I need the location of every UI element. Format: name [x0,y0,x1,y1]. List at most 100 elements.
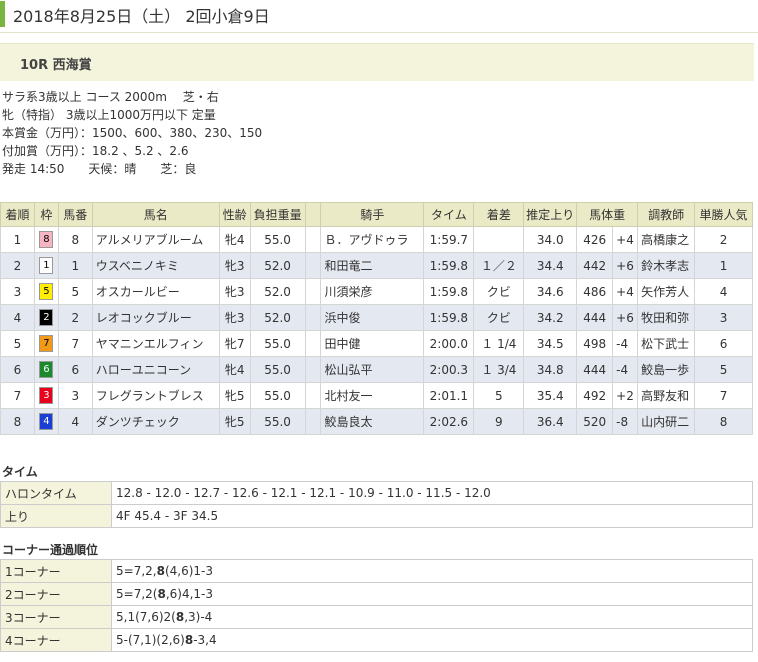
popularity: 6 [694,330,753,357]
table-row: 1 8 8 アルメリアブルーム 牝4 55.0 Ｂ．アヴドゥラ 1:59.7 34.0 426 +4… [0,226,753,253]
result-rank: 2 [0,252,35,279]
finish-margin: クビ [473,278,525,305]
horse-name: ウスベニノキミ [91,252,220,279]
horse-name: ヤマニンエルフィン [91,330,220,357]
waku-badge: 7 [39,335,54,352]
header-accent-bar [0,1,5,27]
results-table: 着順 枠 馬番 馬名 性齢 負担重量 騎手 タイム 着差 推定上り 馬体重 調教… [0,202,753,435]
finish-margin: 5 [473,382,525,409]
horse-number: 6 [57,356,93,383]
finish-time: 2:00.3 [423,356,475,383]
last-3f: 36.4 [523,408,578,435]
condition-added-prize: 付加賞（万円）：18.2 、5.2 、2.6 [2,144,189,158]
jockey-name: 浜中俊 [320,304,425,331]
header-last3f: 推定上り [523,202,578,227]
results-header-row: 着順 枠 馬番 馬名 性齢 負担重量 騎手 タイム 着差 推定上り 馬体重 調教… [0,202,753,227]
blank-cell [304,408,322,435]
corner-label: 4コーナー [0,628,112,652]
result-rank: 3 [0,278,35,305]
last-3f: 34.0 [523,226,578,253]
table-row: 2 1 1 ウスベニノキミ 牝3 52.0 和田竜二 1:59.8 １／２ 34.4 442 +6 鈴木… [0,252,753,279]
winner-position: 8 [157,587,166,601]
result-rank: 8 [0,408,35,435]
horse-number: 2 [57,304,93,331]
result-rank: 7 [0,382,35,409]
waku-badge: 1 [39,257,54,274]
result-rank: 4 [0,304,35,331]
page-header: 2018年8月25日（土） 2回小倉9日 [0,0,758,33]
winner-position: 8 [175,610,185,624]
table-row: 3 5 5 オスカールビー 牝3 52.0 川須栄彦 1:59.8 クビ 34.6 486 +4 矢作芳… [0,278,753,305]
blank-cell [304,226,322,253]
trainer-name: 高橋康之 [637,226,696,253]
corner-row: 4コーナー 5-(7,1)(2,6)8-3,4 [0,628,753,652]
time-row: ハロンタイム 12.8 - 12.0 - 12.7 - 12.6 - 12.1 … [0,481,753,505]
table-row: 5 7 7 ヤマニンエルフィン 牝7 55.0 田中健 2:00.0 １ 1/4 34.5 498-… [0,330,753,357]
time-row: 上り 4F 45.4 - 3F 34.5 [0,504,753,528]
last-3f: 34.8 [523,356,578,383]
body-weight: 486 [576,278,614,305]
body-weight: 426 [576,226,614,253]
popularity: 5 [694,356,753,383]
corner-order-part: 5-(7,1)(2,6) [116,633,185,647]
carried-weight: 55.0 [249,382,306,409]
time-label: ハロンタイム [0,481,112,505]
corner-order: 5=7,2(8,6)4,1-3 [111,582,753,606]
body-weight-diff: -4 [612,330,639,357]
body-weight: 520 [576,408,614,435]
header-margin: 着差 [473,202,525,227]
waku-cell: 7 [33,330,59,357]
trainer-name: 松下武士 [637,330,696,357]
popularity: 7 [694,382,753,409]
horse-number: 7 [57,330,93,357]
header-weight: 負担重量 [249,202,306,227]
finish-margin [473,226,525,253]
finish-time: 1:59.8 [423,278,475,305]
horse-name: ハローユニコーン [91,356,220,383]
carried-weight: 55.0 [249,356,306,383]
result-rank: 1 [0,226,35,253]
body-weight-diff: +4 [612,278,639,305]
popularity: 8 [694,408,753,435]
waku-cell: 5 [33,278,59,305]
finish-margin: クビ [473,304,525,331]
header-time: タイム [423,202,475,227]
carried-weight: 55.0 [249,226,306,253]
body-weight-diff: -4 [612,356,639,383]
jockey-name: 川須栄彦 [320,278,425,305]
popularity: 2 [694,226,753,253]
carried-weight: 52.0 [249,304,306,331]
trainer-name: 山内研二 [637,408,696,435]
header-trainer: 調教師 [637,202,696,227]
corner-order-part: ,6)4,1-3 [165,587,214,601]
body-weight-diff: +4 [612,226,639,253]
sex-age: 牝7 [218,330,251,357]
time-table: ハロンタイム 12.8 - 12.0 - 12.7 - 12.6 - 12.1 … [0,481,753,528]
finish-time: 2:00.0 [423,330,475,357]
corner-body: 1コーナー 5=7,2,8(4,6)1-3 2コーナー 5=7,2(8,6)4,1-3… [0,559,753,652]
header-rank: 着順 [0,202,35,227]
corner-row: 2コーナー 5=7,2(8,6)4,1-3 [0,582,753,606]
condition-class: 牝（特指） 3歳以上1000万円以下 定量 [2,108,216,122]
blank-cell [304,382,322,409]
race-conditions: サラ系3歳以上 コース 2000m 芝・右 牝（特指） 3歳以上1000万円以下… [2,88,262,178]
body-weight-diff: +6 [612,252,639,279]
waku-cell: 4 [33,408,59,435]
waku-badge: 6 [39,361,54,378]
jockey-name: Ｂ．アヴドゥラ [320,226,425,253]
last-3f: 34.5 [523,330,578,357]
header-umaban: 馬番 [57,202,93,227]
corner-section-title: コーナー通過順位 [2,543,99,557]
horse-name: ダンツチェック [91,408,220,435]
corner-order: 5-(7,1)(2,6)8-3,4 [111,628,753,652]
body-weight-diff: +2 [612,382,639,409]
finish-time: 1:59.8 [423,304,475,331]
sex-age: 牝4 [218,226,251,253]
horse-number: 5 [57,278,93,305]
waku-cell: 3 [33,382,59,409]
corner-label: 3コーナー [0,605,112,629]
finish-time: 2:02.6 [423,408,475,435]
time-value: 4F 45.4 - 3F 34.5 [111,504,753,528]
trainer-name: 鮫島一歩 [637,356,696,383]
last-3f: 34.4 [523,252,578,279]
